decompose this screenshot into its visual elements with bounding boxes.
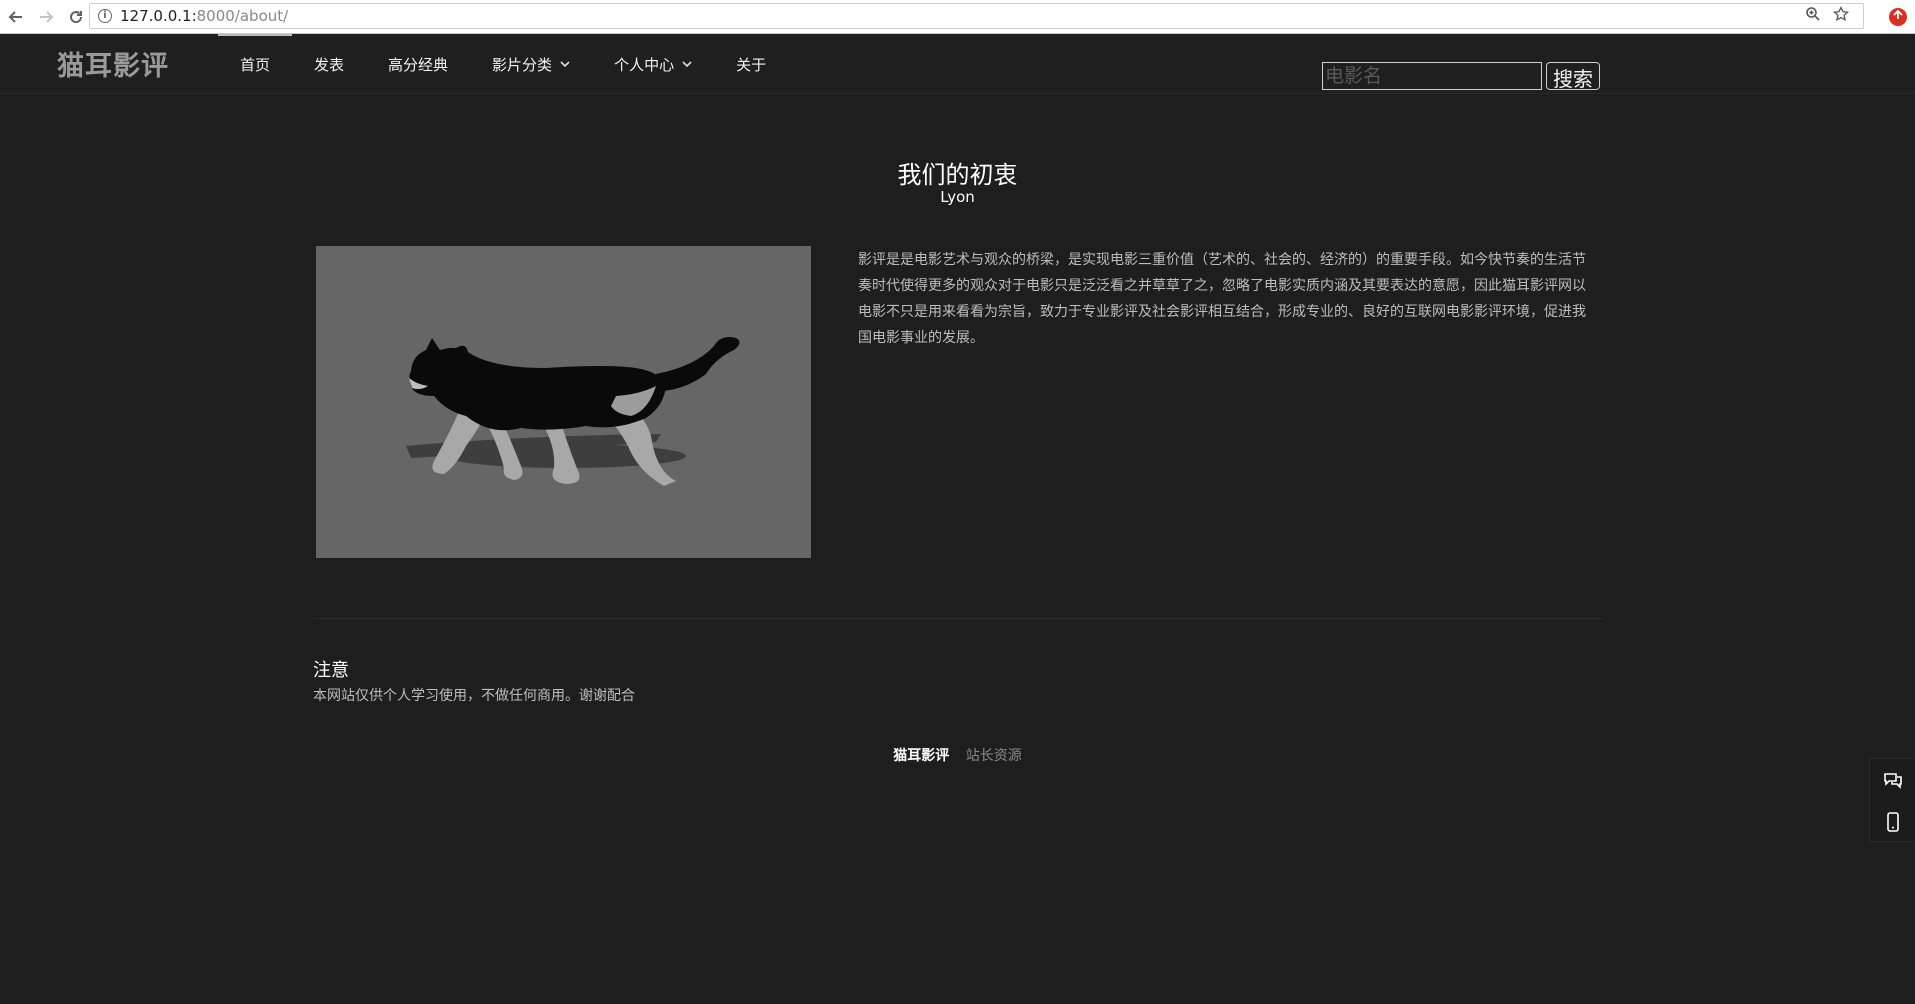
section-divider xyxy=(313,618,1603,619)
zoom-icon[interactable] xyxy=(1805,6,1821,22)
main-nav: 首页 发表 高分经典 影片分类 个人中心 关于 xyxy=(218,34,788,94)
chevron-down-icon xyxy=(560,61,570,68)
arrow-right-icon xyxy=(40,10,54,23)
nav-item-label: 首页 xyxy=(240,55,271,74)
page-subtitle: Lyon xyxy=(940,188,975,206)
mobile-icon xyxy=(1886,812,1899,832)
search-button[interactable]: 搜索 xyxy=(1546,62,1600,91)
side-toolbar xyxy=(1869,758,1915,842)
nav-item-about[interactable]: 关于 xyxy=(714,34,788,94)
cat-image xyxy=(316,246,811,558)
star-icon[interactable] xyxy=(1833,6,1849,22)
nav-item-label: 高分经典 xyxy=(388,55,449,74)
nav-item-categories[interactable]: 影片分类 xyxy=(470,34,592,94)
chevron-down-icon xyxy=(682,61,692,68)
site-header: 猫耳影评 首页 发表 高分经典 影片分类 个人中心 关于 搜索 xyxy=(0,34,1915,94)
site-logo[interactable]: 猫耳影评 xyxy=(57,44,169,83)
nav-item-label: 发表 xyxy=(314,55,345,74)
footer-brand[interactable]: 猫耳影评 xyxy=(893,748,949,764)
chat-button[interactable] xyxy=(1870,759,1915,801)
info-icon[interactable]: i xyxy=(98,9,112,23)
notice-text: 本网站仅供个人学习使用，不做任何商用。谢谢配合 xyxy=(313,688,635,704)
arrow-left-icon xyxy=(8,10,22,23)
nav-item-profile[interactable]: 个人中心 xyxy=(592,34,714,94)
extension-icon[interactable] xyxy=(1889,8,1907,26)
browser-toolbar: i 127.0.0.1: 8000/about/ xyxy=(0,0,1915,34)
url-path: 8000/about/ xyxy=(196,7,289,25)
nav-item-label: 影片分类 xyxy=(492,55,553,74)
chat-icon xyxy=(1883,773,1902,789)
back-button[interactable] xyxy=(2,3,30,31)
footer: 猫耳影评 站长资源 xyxy=(0,745,1915,765)
page-title: 我们的初衷 xyxy=(897,161,1018,189)
nav-item-classics[interactable]: 高分经典 xyxy=(366,34,470,94)
about-description: 影评是是电影艺术与观众的桥梁，是实现电影三重价值（艺术的、社会的、经济的）的重要… xyxy=(858,252,1586,346)
mobile-button[interactable] xyxy=(1870,801,1915,843)
reload-button[interactable] xyxy=(62,3,90,31)
footer-link[interactable]: 站长资源 xyxy=(966,748,1022,764)
nav-item-label: 个人中心 xyxy=(614,55,675,74)
address-bar[interactable]: i 127.0.0.1: 8000/about/ xyxy=(89,3,1864,29)
url-host: 127.0.0.1: xyxy=(120,7,197,25)
nav-item-label: 关于 xyxy=(736,55,767,74)
notice-title: 注意 xyxy=(313,660,349,681)
reload-icon xyxy=(70,10,83,23)
nav-item-home[interactable]: 首页 xyxy=(218,34,293,94)
search-input[interactable] xyxy=(1322,62,1542,90)
nav-item-publish[interactable]: 发表 xyxy=(292,34,366,94)
forward-button[interactable] xyxy=(32,3,60,31)
